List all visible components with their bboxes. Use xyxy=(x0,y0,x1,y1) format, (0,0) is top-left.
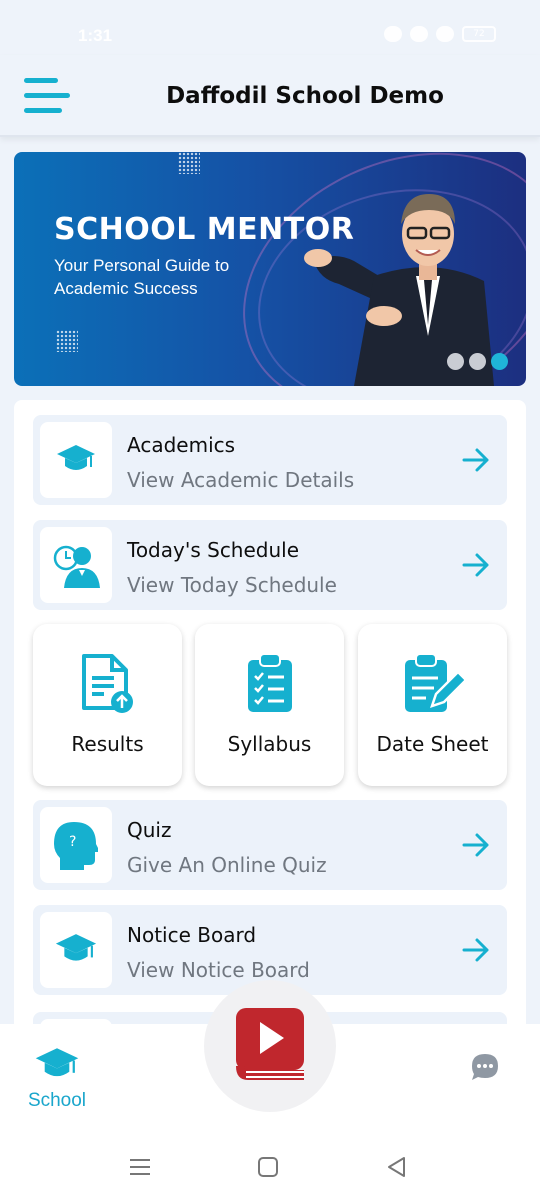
tile-label: Syllabus xyxy=(227,732,312,756)
dots-decoration xyxy=(178,152,200,174)
battery-icon: 72 xyxy=(462,26,496,42)
pager-dot-active[interactable] xyxy=(491,353,508,370)
nav-school-tab[interactable]: School xyxy=(20,1046,94,1116)
home-square-icon[interactable] xyxy=(255,1154,281,1180)
row-subtitle: Give An Online Quiz xyxy=(127,853,327,877)
row-title: Notice Board xyxy=(127,923,257,947)
svg-text:?: ? xyxy=(69,834,76,850)
row-icon-box xyxy=(40,422,112,498)
row-title: Quiz xyxy=(127,818,172,842)
arrow-right-icon xyxy=(462,448,489,472)
clipboard-edit-icon xyxy=(404,653,464,712)
back-triangle-icon[interactable] xyxy=(384,1154,410,1180)
status-icons: 72 xyxy=(384,26,496,42)
alarm-icon xyxy=(384,26,402,42)
app-bar: Daffodil School Demo xyxy=(0,55,540,137)
tile-label: Date Sheet xyxy=(376,732,489,756)
row-subtitle: View Academic Details xyxy=(127,468,355,492)
banner-pager[interactable] xyxy=(447,353,508,370)
syllabus-tile[interactable]: Syllabus xyxy=(195,624,344,786)
video-book-icon xyxy=(236,1008,304,1080)
quiz-row[interactable]: ? Quiz Give An Online Quiz xyxy=(33,800,507,890)
graduation-cap-icon xyxy=(55,934,97,961)
tile-label: Results xyxy=(71,732,144,756)
schedule-person-clock-icon xyxy=(53,545,100,588)
app-title: Daffodil School Demo xyxy=(166,83,444,109)
arrow-right-icon xyxy=(462,938,489,962)
chat-bubble-icon[interactable] xyxy=(470,1052,500,1082)
results-tile[interactable]: Results xyxy=(33,624,182,786)
tile-icon-box xyxy=(195,652,344,716)
tile-icon-box xyxy=(33,652,182,716)
academics-row[interactable]: Academics View Academic Details xyxy=(33,415,507,505)
menu-lines-icon[interactable] xyxy=(127,1154,153,1180)
status-time: 1:31 xyxy=(78,26,113,45)
pager-dot[interactable] xyxy=(447,353,464,370)
date-sheet-tile[interactable]: Date Sheet xyxy=(358,624,507,786)
row-icon-box xyxy=(40,912,112,988)
arrow-right-icon xyxy=(462,833,489,857)
head-question-icon: ? xyxy=(54,822,98,870)
row-icon-box: ? xyxy=(40,807,112,883)
graduation-cap-icon xyxy=(35,1048,79,1077)
row-title: Today's Schedule xyxy=(127,538,300,562)
row-title: Academics xyxy=(127,433,236,457)
clipboard-checklist-icon xyxy=(247,653,292,712)
row-subtitle: View Today Schedule xyxy=(127,573,337,597)
system-navigation-bar xyxy=(0,1134,540,1200)
document-upload-icon xyxy=(81,654,133,713)
promo-banner[interactable]: SCHOOL MENTOR Your Personal Guide to Aca… xyxy=(14,152,526,386)
banner-subtitle: Your Personal Guide to Academic Success xyxy=(54,256,230,298)
signal-icon xyxy=(436,26,454,42)
wifi-icon xyxy=(410,26,428,42)
arrow-right-icon xyxy=(462,553,489,577)
nav-school-label: School xyxy=(27,1090,87,1111)
row-subtitle: View Notice Board xyxy=(127,958,310,982)
video-book-button[interactable] xyxy=(204,980,336,1112)
pager-dot[interactable] xyxy=(469,353,486,370)
todays-schedule-row[interactable]: Today's Schedule View Today Schedule xyxy=(33,520,507,610)
dots-decoration xyxy=(56,330,78,352)
row-icon-box xyxy=(40,527,112,603)
content-panel: Academics View Academic Details Today's … xyxy=(14,400,526,1040)
tile-icon-box xyxy=(358,652,507,716)
graduation-cap-icon xyxy=(57,445,95,470)
